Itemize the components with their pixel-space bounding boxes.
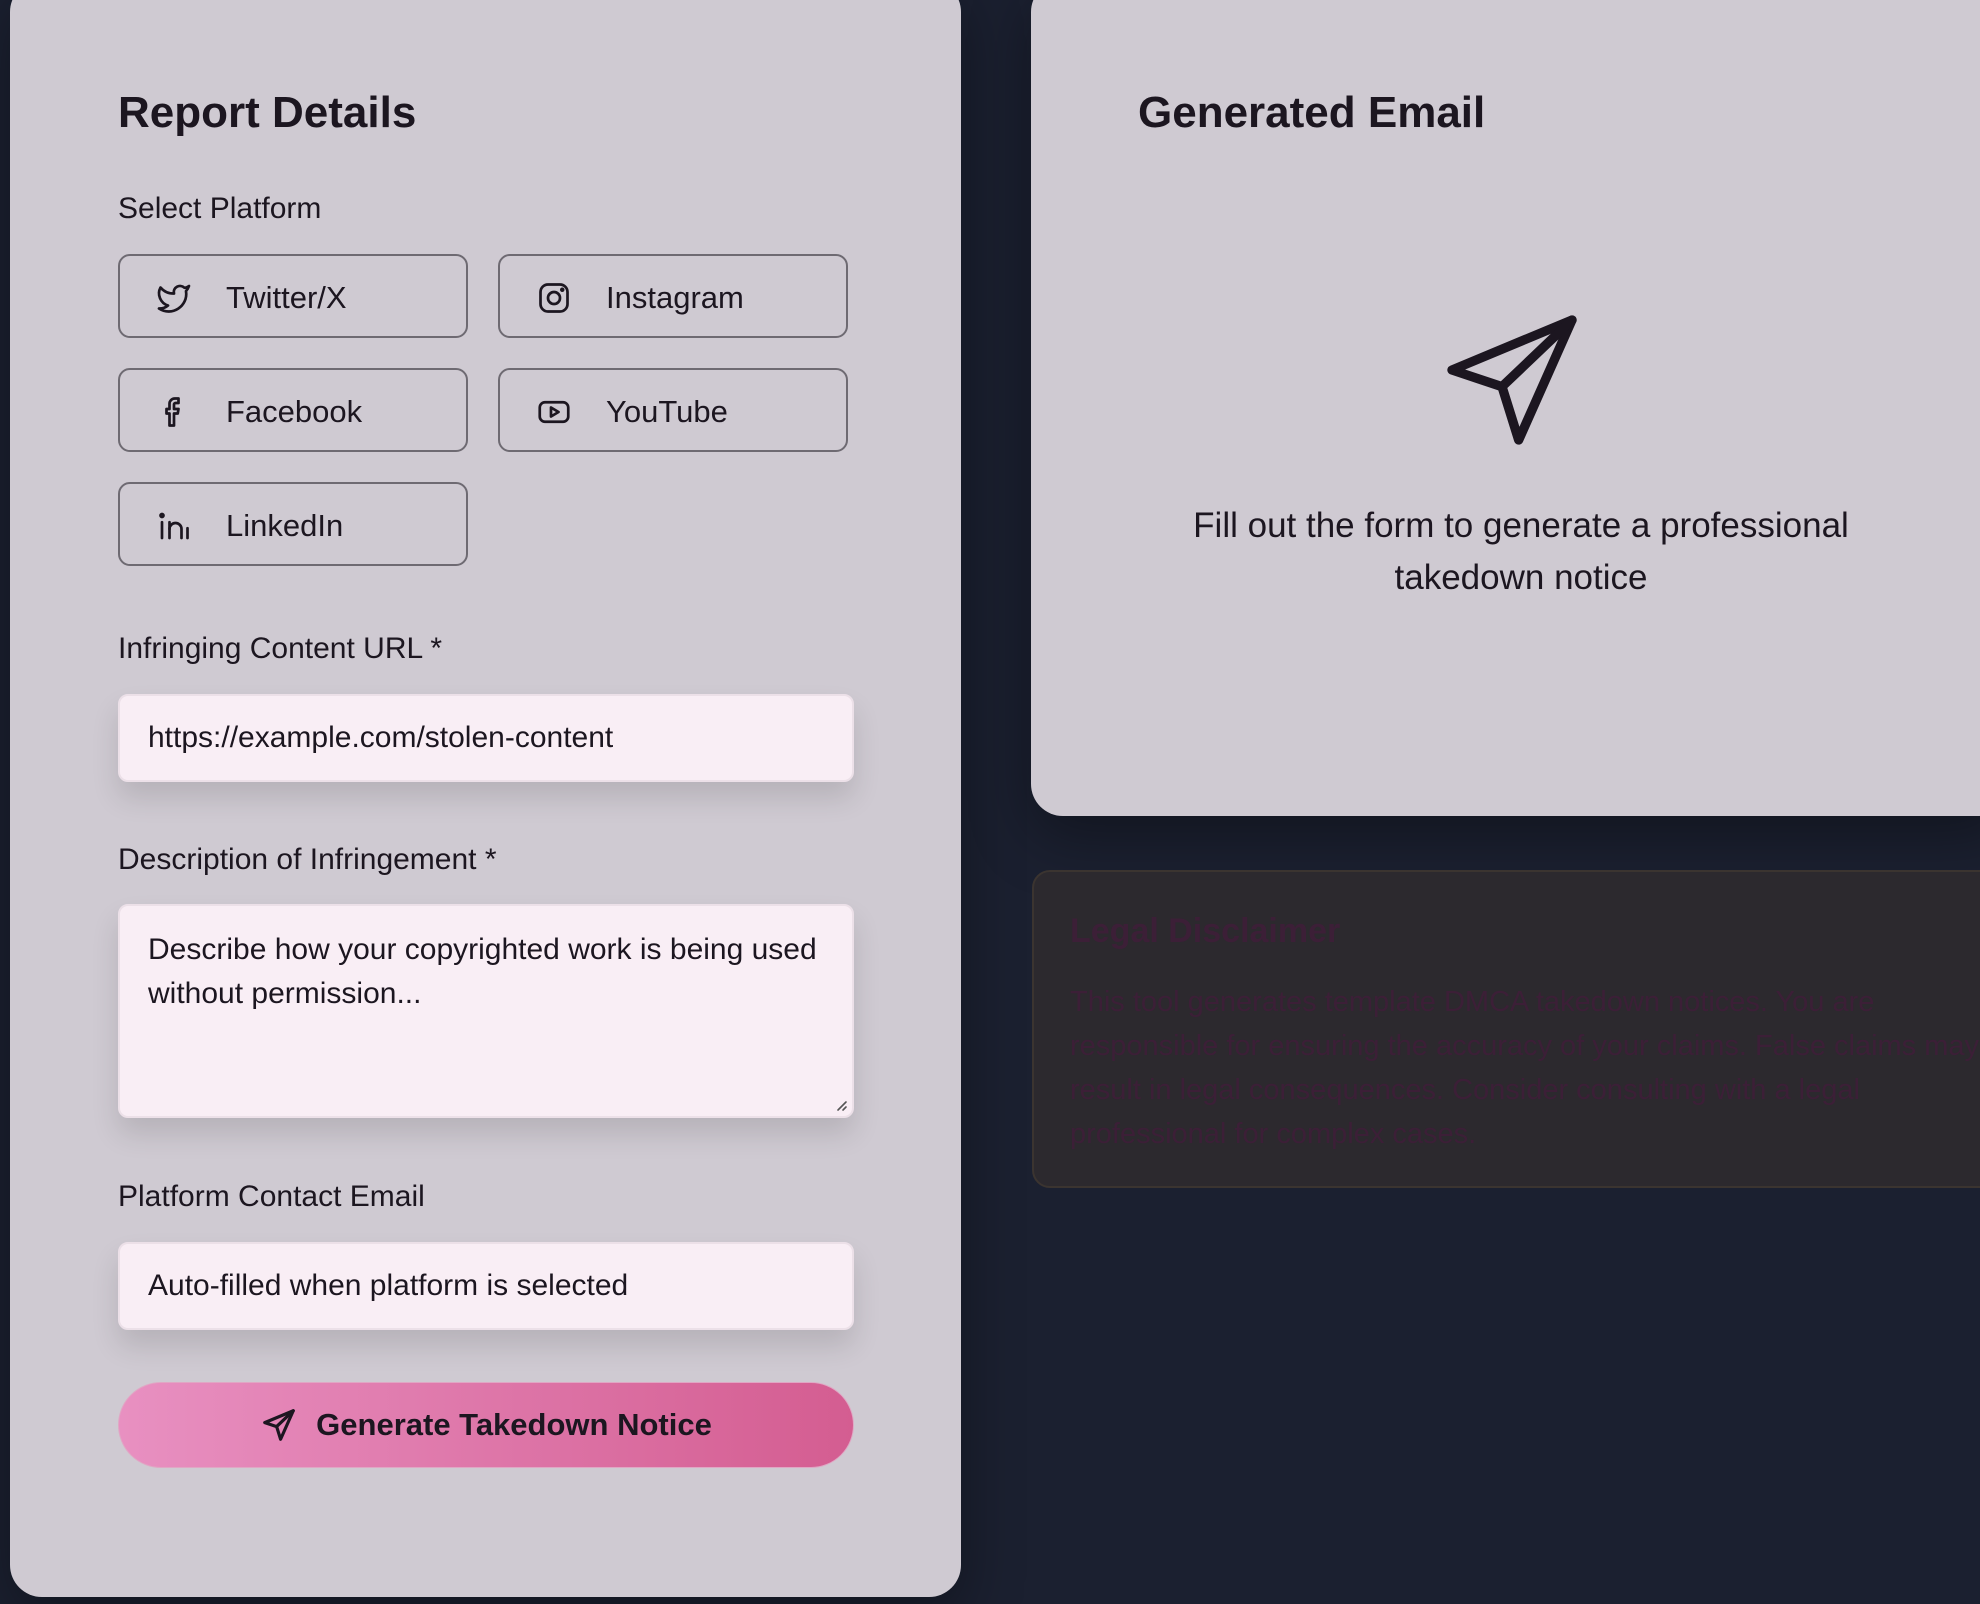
platform-twitter-button[interactable]: Twitter/X (118, 254, 468, 338)
platform-linkedin-button[interactable]: LinkedIn (118, 482, 468, 566)
youtube-icon (536, 394, 572, 430)
description-placeholder: Describe how your copyrighted work is be… (148, 933, 817, 1010)
platform-label: YouTube (606, 394, 728, 429)
platform-grid: Twitter/X Instagram Facebook YouTube Lin… (118, 254, 854, 572)
legal-disclaimer-text: This tool generates template DMCA takedo… (1070, 986, 1980, 1150)
generated-email-title: Generated Email (1138, 88, 1486, 137)
platform-instagram-button[interactable]: Instagram (498, 254, 848, 338)
facebook-icon (156, 394, 192, 430)
platform-youtube-button[interactable]: YouTube (498, 368, 848, 452)
empty-state-message: Fill out the form to generate a professi… (1193, 506, 1849, 597)
content-url-input[interactable]: https://example.com/stolen-content (118, 694, 854, 782)
platform-label: LinkedIn (226, 508, 344, 543)
platform-label: Instagram (606, 280, 744, 315)
generated-email-card: Generated Email Fill out the form to gen… (1031, 0, 1980, 816)
generate-takedown-label: Generate Takedown Notice (316, 1407, 712, 1442)
resize-handle-icon[interactable] (832, 1096, 848, 1112)
content-url-label: Infringing Content URL * (118, 632, 443, 665)
legal-disclaimer-title: Legal Disclaimer (1070, 912, 1341, 950)
platform-label: Facebook (226, 394, 363, 429)
send-icon (263, 1409, 296, 1441)
select-platform-label: Select Platform (118, 192, 322, 225)
contact-email-label: Platform Contact Email (118, 1180, 425, 1213)
platform-facebook-button[interactable]: Facebook (118, 368, 468, 452)
description-label: Description of Infringement * (118, 843, 497, 876)
platform-label: Twitter/X (226, 280, 347, 315)
report-details-card: Report Details Select Platform Twitter/X… (10, 0, 961, 1597)
report-details-title: Report Details (118, 88, 417, 137)
description-textarea[interactable]: Describe how your copyrighted work is be… (118, 904, 854, 1118)
contact-email-input[interactable]: Auto-filled when platform is selected (118, 1242, 854, 1330)
send-icon (1447, 315, 1577, 445)
linkedin-icon (156, 508, 192, 544)
generate-takedown-button[interactable]: Generate Takedown Notice (118, 1382, 854, 1468)
instagram-icon (536, 280, 572, 316)
twitter-icon (156, 280, 192, 316)
legal-disclaimer-box: Legal Disclaimer This tool generates tem… (1032, 870, 1980, 1188)
